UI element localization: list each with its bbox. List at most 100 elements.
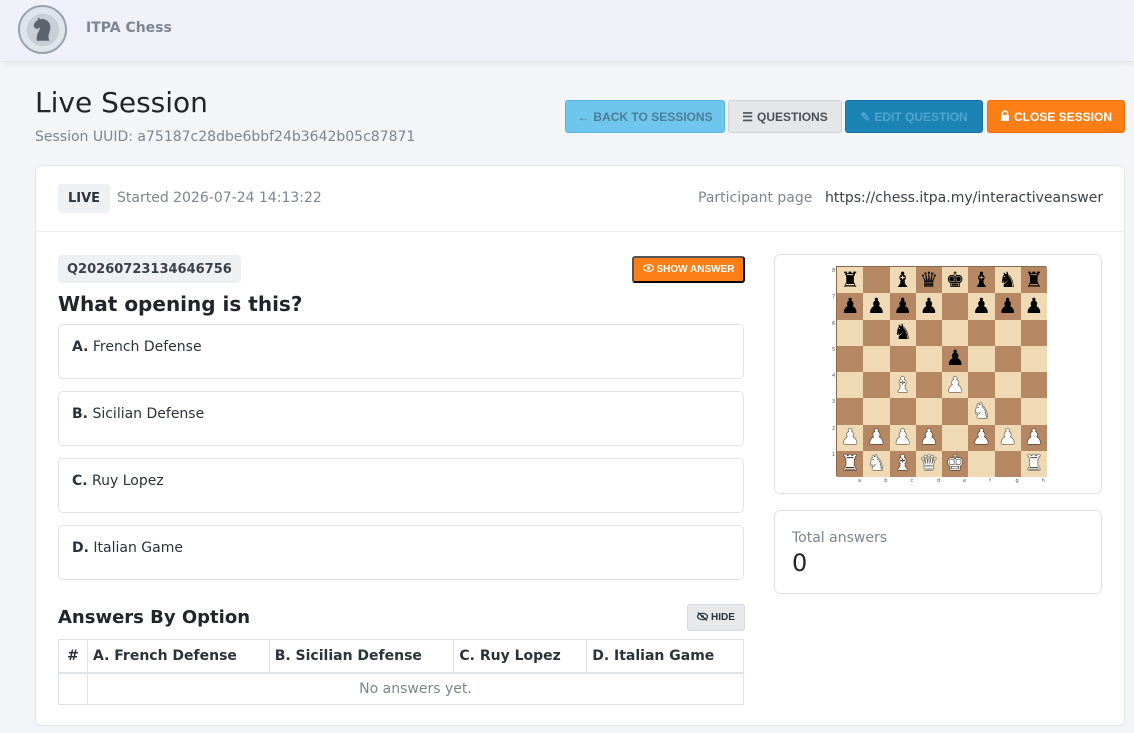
show-answer-button[interactable]: SHOW ANSWER [632,256,745,283]
board-square-c2: ♟ [889,424,916,451]
chess-board-card: 87654321 ♜ ♝ ♛ ♚ ♝ ♞ ♜ ♟ ♟ ♟ ♟ ♟ ♟ ♟ ♞ ♟ ♝ ♟ ♞ ♟ ♟ ♟ ♟ ♟ ♟ ♟ ♜ ♞ ♝ ♛ ♚… [774,254,1102,494]
black-pawn-icon: ♟ [1024,293,1044,318]
black-rook-icon: ♜ [1024,267,1044,292]
eye-icon [642,264,654,275]
board-square-d5 [915,345,942,372]
rank-label: 1 [832,451,836,458]
black-bishop-icon: ♝ [893,267,913,292]
hide-label: HIDE [711,612,735,623]
total-answers-value: 0 [792,549,808,577]
white-rook-icon: ♜ [840,451,860,476]
board-square-e5: ♟ [942,345,969,372]
file-label: e [963,478,967,484]
board-square-b6 [863,319,890,346]
board-square-c8: ♝ [889,267,916,294]
board-square-h3 [1020,398,1047,425]
edit-question-button[interactable]: ✎ EDIT QUESTION [845,100,983,133]
questions-label: QUESTIONS [757,109,828,124]
participant-page-label: Participant page [698,190,813,206]
total-answers-card: Total answers 0 [774,510,1102,594]
white-bishop-icon: ♝ [893,372,913,397]
column-header: A. French Defense [86,639,270,674]
question-text: What opening is this? [58,292,303,316]
file-label: f [989,478,992,484]
board-square-c6: ♞ [889,319,916,346]
white-pawn-icon: ♟ [919,425,939,450]
close-session-button[interactable]: CLOSE SESSION [987,100,1125,133]
back-to-sessions-button[interactable]: ← BACK TO SESSIONS [565,100,725,133]
white-king-icon: ♚ [945,451,965,476]
board-square-f6 [968,319,995,346]
answers-table: # A. French Defense B. Sicilian Defense … [58,639,745,705]
black-king-icon: ♚ [945,267,965,292]
questions-button[interactable]: ☰ QUESTIONS [728,100,842,133]
black-knight-icon: ♞ [998,267,1018,292]
board-square-f5 [968,345,995,372]
board-square-a4 [837,372,864,399]
white-pawn-icon: ♟ [840,425,860,450]
knight-logo-icon[interactable] [18,5,67,54]
chess-board-wrapper: 87654321 ♜ ♝ ♛ ♚ ♝ ♞ ♜ ♟ ♟ ♟ ♟ ♟ ♟ ♟ ♞ ♟ ♝ ♟ ♞ ♟ ♟ ♟ ♟ ♟ ♟ ♟ ♜ ♞ ♝ ♛ ♚… [832,264,1048,486]
board-square-h6 [1020,319,1047,346]
hide-button[interactable]: HIDE [687,604,745,631]
white-queen-icon: ♛ [919,451,939,476]
board-square-e8: ♚ [942,267,969,294]
board-square-e3 [942,398,969,425]
white-knight-icon: ♞ [971,398,991,423]
file-label: g [1015,478,1019,484]
board-square-c1: ♝ [889,450,916,477]
board-square-a7: ♟ [837,293,864,320]
edit-question-label: EDIT QUESTION [874,109,968,124]
table-row: No answers yet. [58,672,745,705]
board-square-e4: ♟ [942,372,969,399]
white-knight-icon: ♞ [866,451,886,476]
board-square-d4 [915,372,942,399]
white-pawn-icon: ♟ [998,425,1018,450]
board-square-h4 [1020,372,1047,399]
board-square-a1: ♜ [837,450,864,477]
option-d[interactable]: D. Italian Game [58,525,744,580]
black-pawn-icon: ♟ [919,293,939,318]
brand-name[interactable]: ITPA Chess [86,20,172,36]
lock-icon [1000,109,1010,124]
file-label: b [884,478,888,484]
option-text: Italian Game [93,540,183,556]
option-a[interactable]: A. French Defense [58,324,744,379]
rank-label: 5 [832,346,836,353]
column-header: D. Italian Game [586,639,744,674]
black-pawn-icon: ♟ [945,346,965,371]
option-letter: D. [72,540,89,556]
board-square-a2: ♟ [837,424,864,451]
black-pawn-icon: ♟ [893,293,913,318]
participant-page-link[interactable]: https://chess.itpa.my/interactiveanswer [825,190,1103,206]
white-pawn-icon: ♟ [893,425,913,450]
board-square-g7: ♟ [994,293,1021,320]
board-square-f1 [968,450,995,477]
white-pawn-icon: ♟ [866,425,886,450]
board-square-g5 [994,345,1021,372]
rank-label: 2 [832,425,836,432]
board-square-h2: ♟ [1020,424,1047,451]
list-icon: ☰ [742,109,754,124]
board-square-a5 [837,345,864,372]
board-square-b8 [863,267,890,294]
board-square-f7: ♟ [968,293,995,320]
board-square-h5 [1020,345,1047,372]
file-label: h [1041,478,1045,484]
board-square-a6 [837,319,864,346]
rank-label: 4 [832,373,836,379]
status-badge: LIVE [58,184,111,213]
option-text: Ruy Lopez [92,473,164,489]
option-c[interactable]: C. Ruy Lopez [58,458,744,513]
table-header-row: # A. French Defense B. Sicilian Defense … [58,639,744,674]
rank-label: 7 [832,294,836,301]
rank-label: 3 [832,399,836,406]
arrow-left-icon: ← [577,109,590,124]
option-b[interactable]: B. Sicilian Defense [58,391,744,446]
white-pawn-icon: ♟ [971,425,991,450]
column-header: # [58,639,88,674]
board-square-g6 [994,319,1021,346]
board-square-e7 [942,293,969,320]
board-square-b4 [863,372,890,399]
option-letter: A. [72,339,89,355]
